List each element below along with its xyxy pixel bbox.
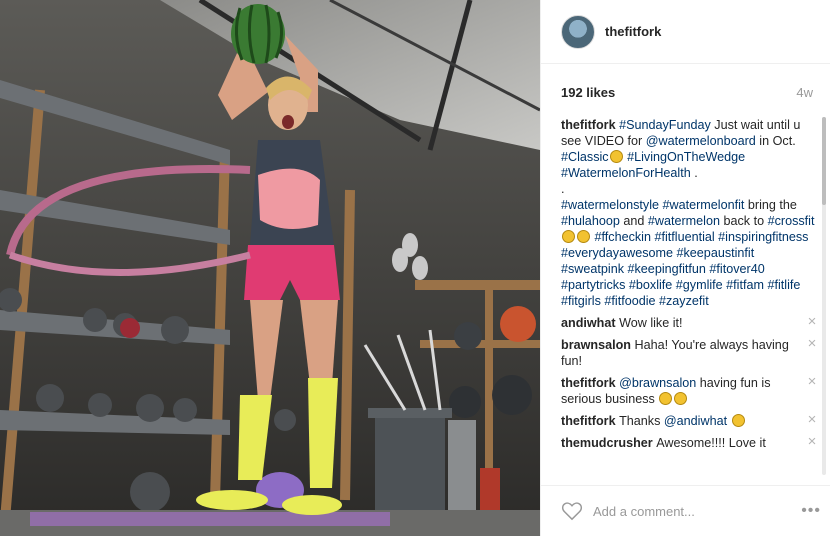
close-icon[interactable]: × — [805, 314, 819, 329]
comment-username[interactable]: thefitfork — [561, 414, 619, 428]
comment-text: . — [561, 182, 565, 196]
hashtag-link[interactable]: #watermelonstyle #watermelonfit — [561, 198, 744, 212]
comment-text: Awesome!!!! Love it — [656, 436, 766, 450]
comment-username[interactable]: themudcrusher — [561, 436, 656, 450]
caption-username[interactable]: thefitfork — [561, 118, 619, 132]
hashtag-link[interactable]: @brawnsalon — [619, 376, 696, 390]
comment-text: in Oct. — [755, 134, 796, 148]
close-icon[interactable]: × — [805, 336, 819, 351]
hashtag-link[interactable]: #SundayFunday — [619, 118, 711, 132]
comment-row: thefitfork @brawnsalon having fun is ser… — [561, 374, 819, 407]
comment-text: and — [619, 214, 648, 228]
avatar[interactable] — [561, 14, 595, 49]
post-age[interactable]: 4w — [796, 85, 813, 100]
scrollbar-thumb[interactable] — [822, 117, 826, 205]
post-photo[interactable] — [0, 0, 540, 536]
post-photo-graphic — [0, 0, 540, 536]
hashtag-link[interactable]: #watermelon — [648, 214, 720, 228]
caption-line: thefitfork #SundayFunday Just wait until… — [561, 117, 819, 181]
likes-row: 192 likes 4w — [561, 82, 813, 102]
comment-text: Wow like it! — [619, 316, 683, 330]
comment-text: back to — [719, 214, 768, 228]
grinning-face-emoji-icon — [609, 150, 623, 163]
header-username[interactable]: thefitfork — [605, 24, 661, 39]
comment-footer: ••• — [541, 485, 830, 536]
comment-row: thefitfork Thanks @andiwhat × — [561, 412, 819, 429]
comment-text: Thanks — [619, 414, 664, 428]
comment-row: brawnsalon Haha! You're always having fu… — [561, 336, 819, 369]
tired-face-emoji-icon — [674, 392, 688, 405]
post-sidebar: thefitfork 192 likes 4w thefitfork #Sund… — [540, 0, 830, 536]
grinning-face-emoji-icon — [659, 392, 673, 405]
heart-icon[interactable] — [561, 501, 583, 521]
grinning-face-emoji-icon — [562, 230, 575, 243]
hashtag-link[interactable]: #crossfit — [768, 214, 815, 228]
comments-scrollbar[interactable] — [822, 117, 826, 475]
comment-row: andiwhat Wow like it! × — [561, 314, 819, 331]
more-options-icon[interactable]: ••• — [801, 502, 821, 520]
comments-list[interactable]: thefitfork #SundayFunday Just wait until… — [561, 117, 819, 475]
comment-text: . — [690, 166, 698, 180]
smiling-face-emoji-icon — [577, 230, 590, 243]
close-icon[interactable]: × — [805, 374, 819, 389]
comment-username[interactable]: andiwhat — [561, 316, 619, 330]
hashtag-link[interactable]: #Classic — [561, 150, 609, 164]
caption-line: #watermelonstyle #watermelonfit bring th… — [561, 197, 819, 309]
hashtag-link[interactable]: @watermelonboard — [646, 134, 756, 148]
caption-line: . — [561, 181, 819, 197]
comment-text — [727, 414, 731, 428]
hashtag-link[interactable]: @andiwhat — [664, 414, 727, 428]
comment-text: bring the — [744, 198, 797, 212]
likes-count[interactable]: 192 likes — [561, 85, 615, 100]
smiling-face-emoji-icon — [731, 414, 745, 427]
add-comment-input[interactable] — [593, 503, 796, 519]
post-header: thefitfork — [541, 0, 830, 64]
close-icon[interactable]: × — [805, 412, 819, 427]
comment-username[interactable]: thefitfork — [561, 376, 619, 390]
close-icon[interactable]: × — [805, 434, 819, 449]
comment-row: themudcrusher Awesome!!!! Love it × — [561, 434, 819, 451]
hashtag-link[interactable]: #ffcheckin #fitfluential #inspiringfitne… — [561, 230, 808, 308]
hashtag-link[interactable]: #hulahoop — [561, 214, 620, 228]
post-caption: thefitfork #SundayFunday Just wait until… — [561, 117, 819, 309]
comment-username[interactable]: brawnsalon — [561, 338, 634, 352]
